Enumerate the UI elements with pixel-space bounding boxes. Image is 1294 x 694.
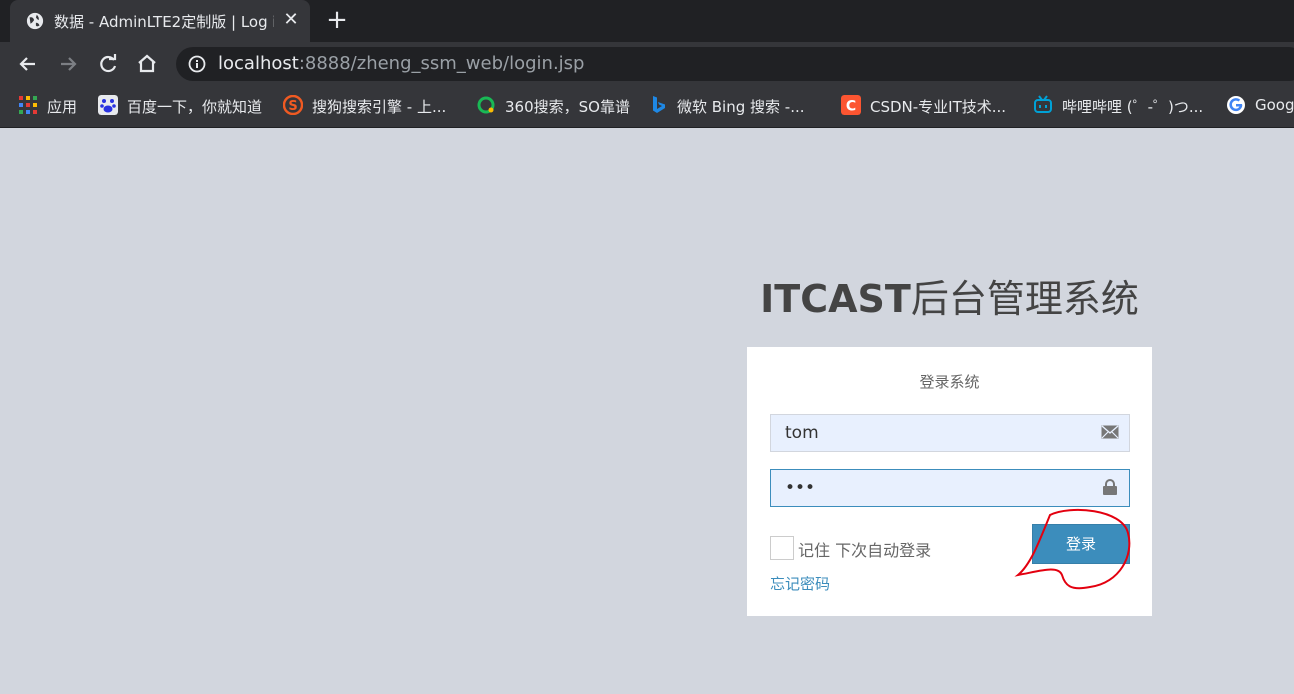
envelope-icon: [1101, 425, 1119, 439]
svg-text:C: C: [846, 99, 856, 115]
login-logo[interactable]: ITCAST后台管理系统: [747, 268, 1152, 323]
password-value: •••: [785, 478, 816, 498]
info-icon[interactable]: [188, 55, 206, 73]
google-icon: [1227, 96, 1245, 114]
bookmark-label: 360搜索，SO靠谱: [505, 98, 630, 116]
baidu-paw-icon: [98, 95, 118, 115]
tab-title: 数据 - AdminLTE2定制版 | Log i: [54, 13, 274, 31]
svg-text:S: S: [288, 99, 297, 114]
remember-me-label[interactable]: 记住 下次自动登录: [798, 537, 931, 561]
360-search-icon: [477, 96, 495, 114]
browser-toolbar: localhost:8888/zheng_ssm_web/login.jsp: [0, 42, 1294, 85]
url-host: localhost: [218, 53, 299, 74]
bookmark-label: 哔哩哔哩 (゜-゜)つ...: [1062, 98, 1204, 116]
tab-close-icon[interactable]: ✕: [280, 9, 302, 31]
bookmark-label: 应用: [47, 98, 78, 116]
apps-grid-icon: [19, 96, 37, 114]
bing-icon: [653, 96, 665, 113]
sogou-icon: S: [283, 95, 303, 115]
url-text[interactable]: localhost:8888/zheng_ssm_web/login.jsp: [218, 53, 584, 74]
address-bar[interactable]: localhost:8888/zheng_ssm_web/login.jsp: [176, 47, 1294, 81]
forward-icon[interactable]: [55, 51, 81, 77]
username-field[interactable]: tom: [770, 414, 1130, 452]
bookmark-label: CSDN-专业IT技术...: [870, 98, 1007, 116]
username-value: tom: [785, 423, 819, 443]
bookmark-label: 百度一下，你就知道: [127, 98, 263, 116]
browser-tab[interactable]: 数据 - AdminLTE2定制版 | Log i ✕: [10, 0, 310, 42]
reload-icon[interactable]: [95, 51, 121, 77]
bookmark-label: 搜狗搜索引擎 - 上...: [312, 98, 447, 116]
password-field[interactable]: •••: [770, 469, 1130, 507]
logo-brand: ITCAST: [760, 277, 911, 321]
back-icon[interactable]: [15, 51, 41, 77]
bookmarks-bar: 应用 百度一下，你就知道 S 搜狗搜索引擎 - 上... 360搜索，SO靠谱 …: [0, 85, 1294, 128]
bilibili-tv-icon: [1034, 95, 1052, 113]
bookmark-label: 微软 Bing 搜索 -...: [677, 98, 805, 116]
new-tab-button[interactable]: +: [324, 7, 350, 34]
login-box-message: 登录系统: [919, 373, 980, 391]
browser-tabstrip: 数据 - AdminLTE2定制版 | Log i ✕ +: [0, 0, 1294, 42]
home-icon[interactable]: [134, 51, 160, 77]
lock-icon: [1103, 479, 1117, 495]
url-path: :8888/zheng_ssm_web/login.jsp: [298, 53, 585, 74]
login-box: 登录系统 tom ••• 记住 下次自动登录 登录 忘记密码: [747, 347, 1152, 616]
forgot-password-link[interactable]: 忘记密码: [770, 573, 830, 594]
login-button[interactable]: 登录: [1032, 524, 1130, 564]
csdn-icon: C: [841, 95, 861, 115]
logo-subtitle: 后台管理系统: [910, 277, 1139, 321]
globe-icon: [26, 12, 44, 30]
remember-me-checkbox[interactable]: [770, 536, 794, 560]
bookmark-label: Goog: [1255, 96, 1294, 114]
